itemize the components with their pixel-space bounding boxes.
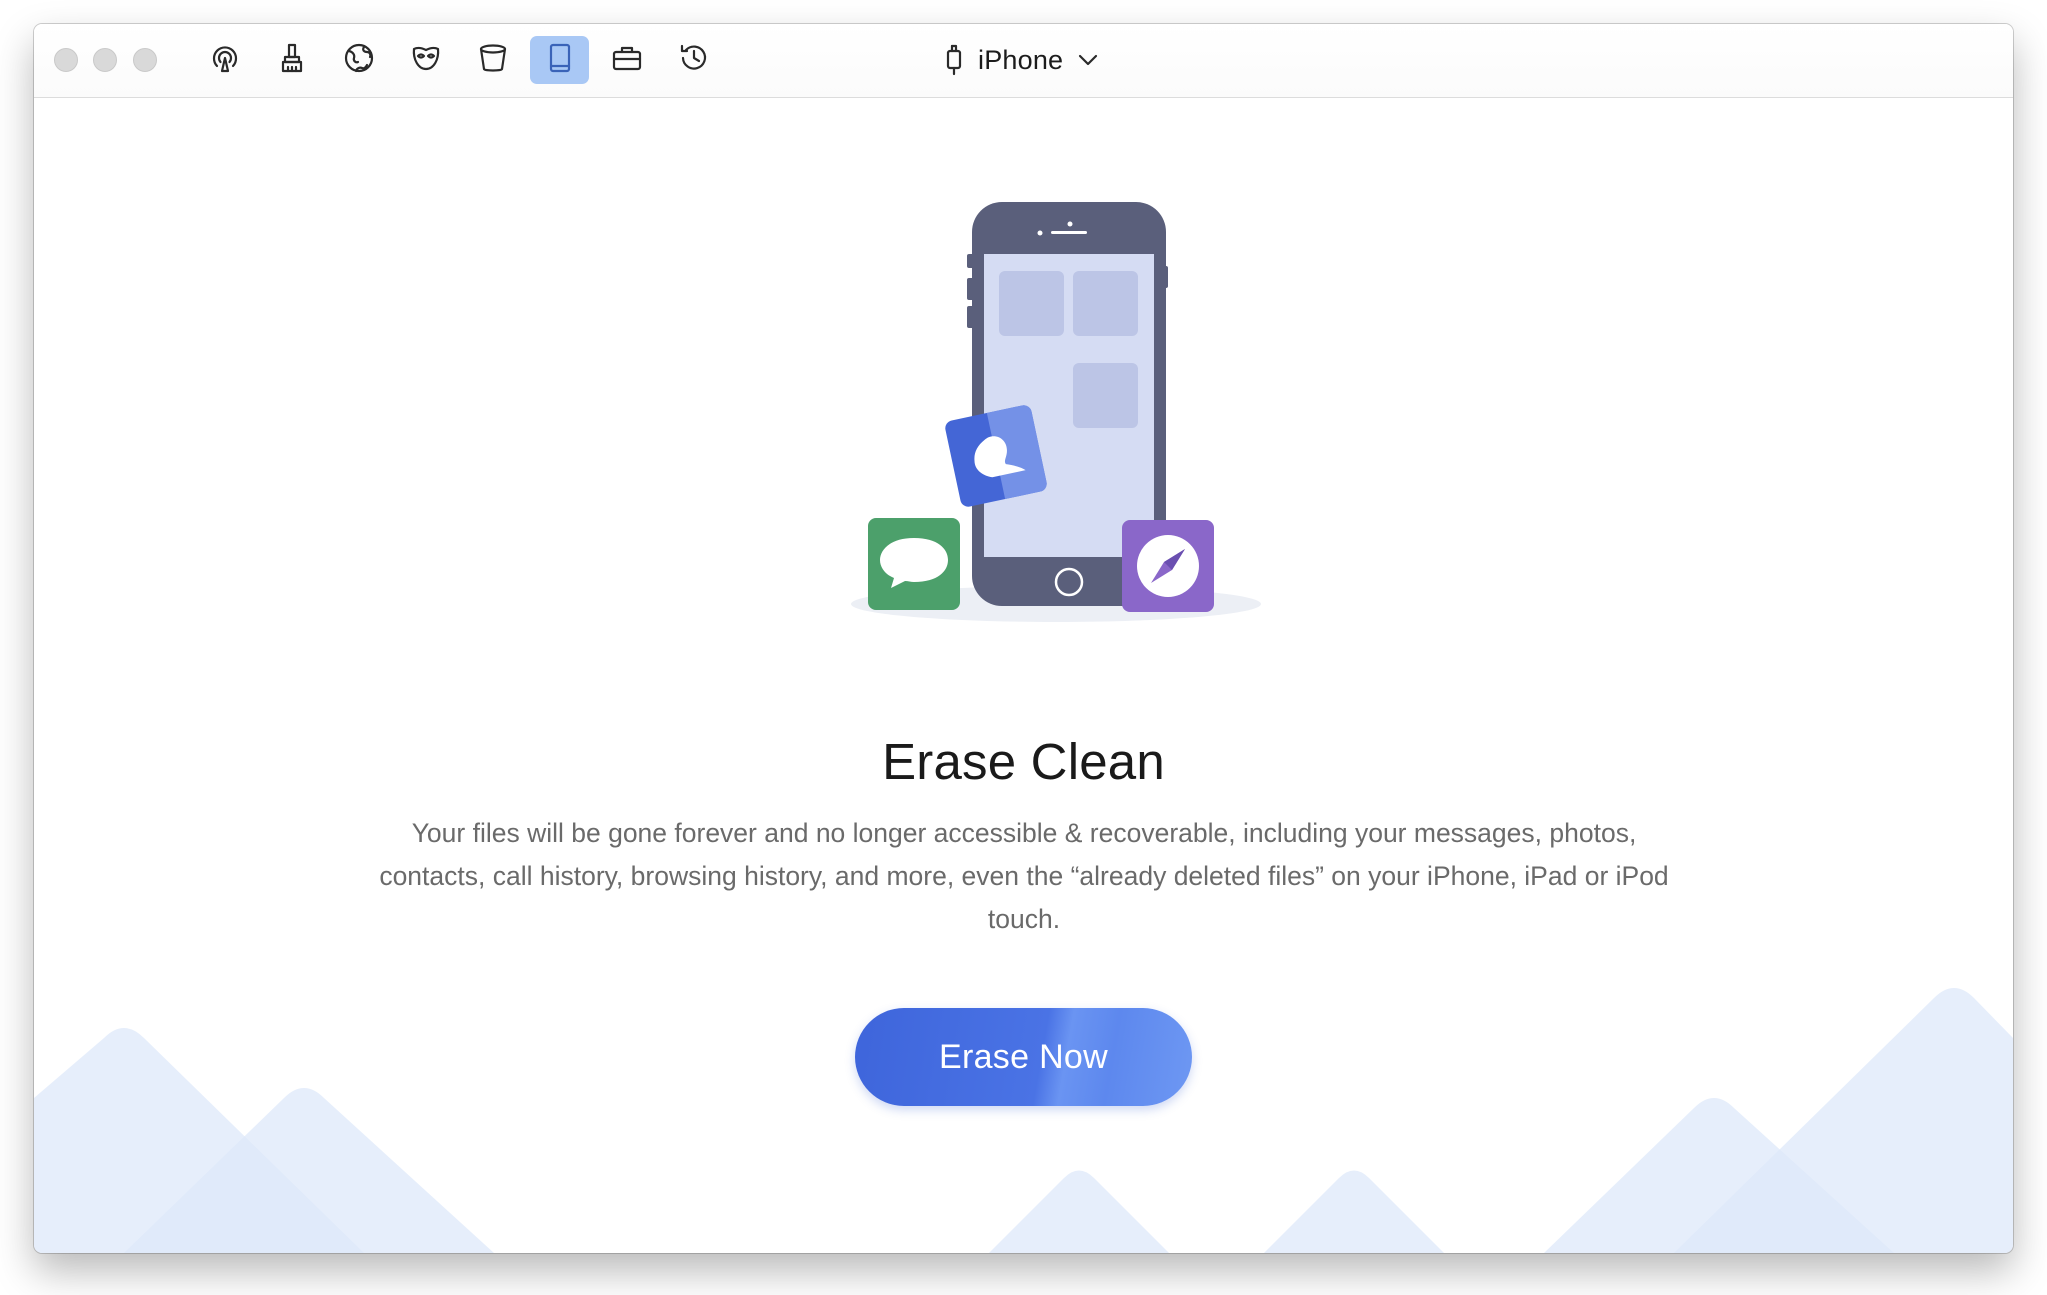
tool-history[interactable] [664, 36, 723, 84]
history-clock-icon [677, 41, 711, 80]
tool-toolkit[interactable] [597, 36, 656, 84]
tool-airdrop[interactable] [195, 36, 254, 84]
tool-privacy[interactable] [396, 36, 455, 84]
main-content: Erase Clean Your files will be gone fore… [34, 98, 2013, 1253]
tool-erase-clean[interactable] [530, 36, 589, 84]
device-selector[interactable]: iPhone [944, 38, 1099, 82]
page-title: Erase Clean [882, 733, 1165, 790]
globe-icon [342, 41, 376, 80]
phone-illustration [851, 202, 1261, 622]
minimize-window-button[interactable] [93, 48, 117, 72]
briefcase-icon [610, 41, 644, 80]
tool-erase-files[interactable] [463, 36, 522, 84]
erase-now-button[interactable]: Erase Now [855, 1008, 1192, 1106]
chevron-down-icon [1077, 53, 1099, 67]
device-name: iPhone [978, 44, 1064, 75]
device-connector-icon [944, 44, 964, 76]
close-window-button[interactable] [54, 48, 78, 72]
tablet-icon [543, 41, 577, 80]
mask-icon [409, 41, 443, 80]
trash-bin-icon [476, 41, 510, 80]
brush-icon [275, 41, 309, 80]
app-window: iPhone Erase Clean Your files will be go… [34, 24, 2013, 1253]
zoom-window-button[interactable] [133, 48, 157, 72]
tool-browser[interactable] [329, 36, 388, 84]
page-description: Your files will be gone forever and no l… [379, 818, 1669, 934]
airdrop-icon [208, 41, 242, 80]
toolbar: iPhone [34, 24, 2013, 98]
tool-cleaner[interactable] [262, 36, 321, 84]
